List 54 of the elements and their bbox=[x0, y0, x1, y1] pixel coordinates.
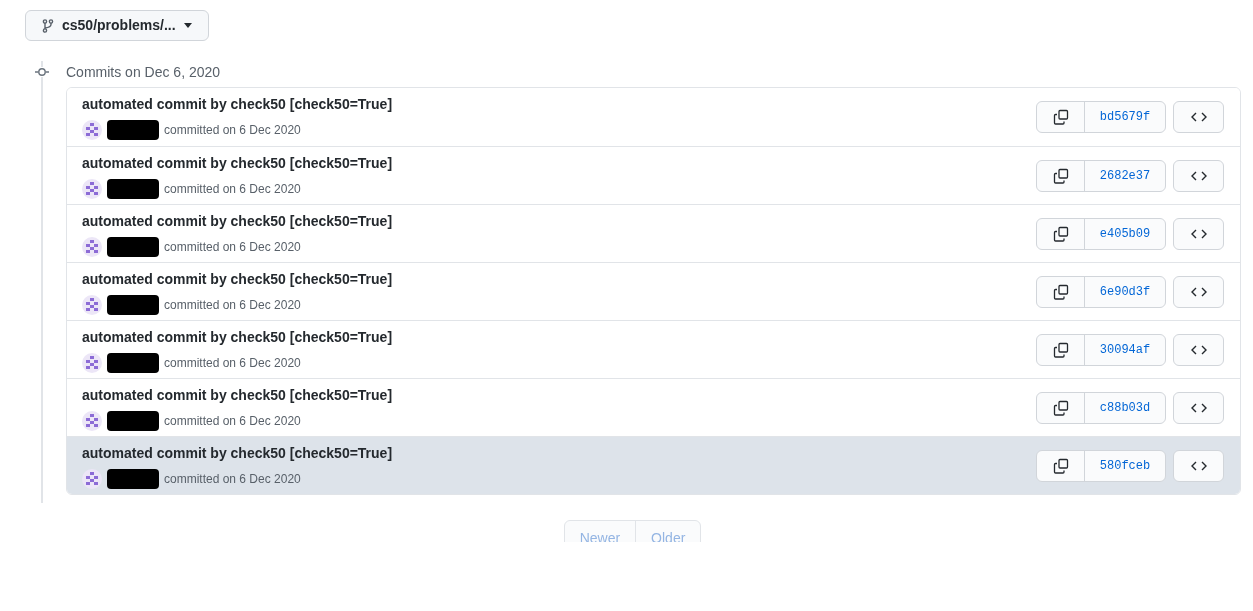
commit-message[interactable]: automated commit by check50 [check50=True] bbox=[82, 442, 1036, 464]
code-icon bbox=[1190, 401, 1207, 414]
browse-files-button[interactable] bbox=[1173, 391, 1224, 424]
copy-icon bbox=[1052, 225, 1069, 242]
redaction-mark bbox=[107, 352, 159, 373]
code-icon bbox=[1190, 285, 1207, 298]
redaction-mark bbox=[107, 410, 159, 431]
avatar-icon bbox=[82, 178, 102, 199]
copy-icon bbox=[1052, 457, 1069, 474]
commit-meta: committed on 6 Dec 2020 bbox=[164, 238, 301, 256]
browse-files-button[interactable] bbox=[1173, 333, 1224, 366]
redaction-mark bbox=[107, 468, 159, 489]
commit-message[interactable]: automated commit by check50 [check50=True] bbox=[82, 152, 1036, 174]
commit-meta: committed on 6 Dec 2020 bbox=[164, 180, 301, 198]
commit-meta: committed on 6 Dec 2020 bbox=[164, 296, 301, 314]
code-icon bbox=[1190, 227, 1207, 240]
commit-meta: committed on 6 Dec 2020 bbox=[164, 122, 301, 139]
code-icon bbox=[1190, 169, 1207, 182]
copy-icon bbox=[1052, 109, 1069, 125]
commit-meta: committed on 6 Dec 2020 bbox=[164, 412, 301, 430]
redaction-mark bbox=[107, 178, 159, 199]
redaction-mark bbox=[107, 236, 159, 257]
commit-message[interactable]: automated commit by check50 [check50=True] bbox=[82, 94, 1036, 115]
avatar-icon bbox=[82, 410, 102, 431]
copy-icon bbox=[1052, 167, 1069, 184]
commit-message[interactable]: automated commit by check50 [check50=True] bbox=[82, 268, 1036, 290]
commit-message[interactable]: automated commit by check50 [check50=True] bbox=[82, 326, 1036, 348]
avatar-icon bbox=[82, 468, 102, 489]
browse-files-button[interactable] bbox=[1173, 159, 1224, 192]
avatar-icon bbox=[82, 236, 102, 257]
avatar-icon bbox=[82, 294, 102, 315]
commit-meta: committed on 6 Dec 2020 bbox=[164, 470, 301, 488]
code-icon bbox=[1190, 459, 1207, 472]
branch-icon bbox=[42, 18, 54, 33]
copy-icon bbox=[1052, 341, 1069, 358]
browse-files-button[interactable] bbox=[1173, 101, 1224, 133]
commit-message[interactable]: automated commit by check50 [check50=True] bbox=[82, 210, 1036, 232]
copy-icon bbox=[1052, 283, 1069, 300]
redaction-mark bbox=[107, 294, 159, 315]
redaction-mark bbox=[107, 120, 159, 140]
browse-files-button[interactable] bbox=[1173, 217, 1224, 250]
browse-files-button[interactable] bbox=[1173, 275, 1224, 308]
caret-icon bbox=[183, 23, 192, 28]
code-icon bbox=[1190, 343, 1207, 356]
avatar-icon bbox=[82, 120, 102, 140]
commits-date-heading: Commits on Dec 6, 2020 bbox=[66, 62, 221, 82]
commit-node-icon bbox=[35, 67, 49, 77]
code-icon bbox=[1190, 111, 1207, 123]
browse-files-button[interactable] bbox=[1173, 449, 1224, 482]
avatar-icon bbox=[82, 352, 102, 373]
commit-message[interactable]: automated commit by check50 [check50=True] bbox=[82, 384, 1036, 406]
branch-selector[interactable]: cs50/problems/... bbox=[25, 10, 209, 41]
copy-icon bbox=[1052, 399, 1069, 416]
commit-meta: committed on 6 Dec 2020 bbox=[164, 354, 301, 372]
